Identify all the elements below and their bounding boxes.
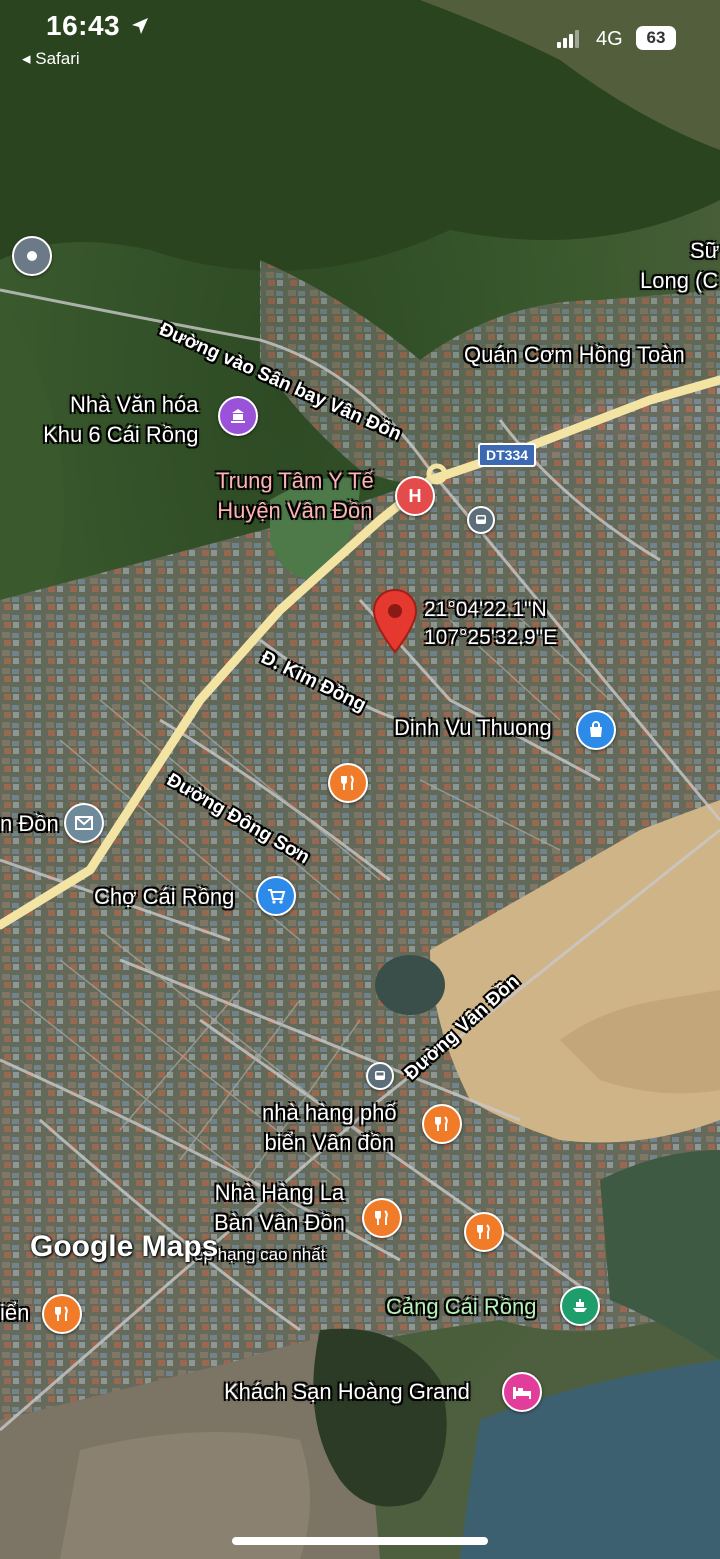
bus-stop-icon[interactable] (467, 506, 495, 534)
svg-text:H: H (409, 486, 422, 506)
location-arrow-icon (132, 18, 148, 34)
place-su-line2: Long (C (640, 268, 719, 293)
place-nha-hang-la-line1: Nhà Hàng La (214, 1180, 345, 1205)
place-trung-tam-line2: Huyện Vân Đồn (217, 498, 373, 523)
restaurant-icon[interactable] (362, 1198, 402, 1238)
place-su-line1: Sữ (690, 238, 720, 263)
hotel-bed-icon[interactable] (502, 1372, 542, 1412)
dropped-pin-icon[interactable] (372, 588, 418, 654)
cultural-house-icon[interactable] (218, 396, 258, 436)
cellular-signal-icon (557, 30, 579, 48)
place-nha-van-hoa-line2: Khu 6 Cái Rồng (43, 422, 199, 447)
status-time: 16:43 (46, 10, 121, 41)
home-indicator[interactable] (232, 1537, 488, 1545)
place-nha-hang-la-ban[interactable]: Nhà Hàng La Bàn Vân Đồn (214, 1178, 345, 1238)
back-to-safari-link[interactable]: ◂ Safari (22, 49, 80, 69)
place-nha-hang-pho-bien[interactable]: nhà hàng phố biển Vân đồn (262, 1098, 397, 1158)
status-bar: 16:43 ◂ Safari 4G 63 (0, 0, 720, 80)
dropped-pin-coordinates[interactable]: 21°04'22.1"N 107°25'32.9"E (424, 596, 557, 652)
place-nha-hang-pho-line2: biển Vân đồn (264, 1130, 395, 1155)
restaurant-icon[interactable] (42, 1294, 82, 1334)
restaurant-icon[interactable] (464, 1212, 504, 1252)
longitude-text: 107°25'32.9"E (424, 626, 558, 649)
restaurant-icon[interactable] (328, 763, 368, 803)
route-shield-dt334: DT334 (478, 443, 537, 467)
satellite-map[interactable]: Đường vào Sân bay Vân Đồn Đ. Kim Đồng Đư… (0, 0, 720, 1559)
ferry-port-icon[interactable] (560, 1286, 600, 1326)
place-khach-san-hoang-grand[interactable]: Khách Sạn Hoàng Grand (224, 1377, 470, 1407)
shopping-cart-icon[interactable] (256, 876, 296, 916)
restaurant-icon[interactable] (422, 1104, 462, 1144)
post-office-icon[interactable] (64, 803, 104, 843)
place-nha-hang-la-line2: Bàn Vân Đồn (214, 1210, 345, 1235)
place-cho-cai-rong[interactable]: Chợ Cái Rồng (94, 882, 234, 912)
place-trung-tam-line1: Trung Tâm Y Tế (216, 468, 374, 493)
place-nha-hang-pho-line1: nhà hàng phố (262, 1100, 397, 1125)
map-location-pin-icon[interactable] (12, 236, 52, 276)
hospital-icon[interactable]: H (395, 476, 435, 516)
network-type: 4G (596, 28, 623, 50)
place-cang-cai-rong[interactable]: Cảng Cái Rồng (386, 1292, 536, 1322)
shopping-bag-icon[interactable] (576, 710, 616, 750)
bus-stop-icon[interactable] (366, 1062, 394, 1090)
battery-indicator: 63 (636, 26, 676, 50)
place-dinh-vu-thuong[interactable]: Dinh Vu Thuong (394, 713, 552, 743)
place-quan-com[interactable]: Quán Cơm Hồng Toàn (464, 340, 685, 370)
place-nha-van-hoa-line1: Nhà Văn hóa (70, 392, 199, 417)
place-trung-tam-y-te[interactable]: Trung Tâm Y Tế Huyện Vân Đồn (216, 466, 374, 526)
place-bien-left[interactable]: iển (0, 1298, 29, 1328)
latitude-text: 21°04'22.1"N (424, 598, 547, 621)
google-maps-logo: Google Maps (30, 1230, 219, 1263)
place-nha-van-hoa[interactable]: Nhà Văn hóa Khu 6 Cái Rồng (40, 390, 198, 450)
place-su-label[interactable]: Sữ Long (C (640, 236, 720, 296)
place-buu-dien[interactable]: n Đồn (0, 809, 59, 839)
